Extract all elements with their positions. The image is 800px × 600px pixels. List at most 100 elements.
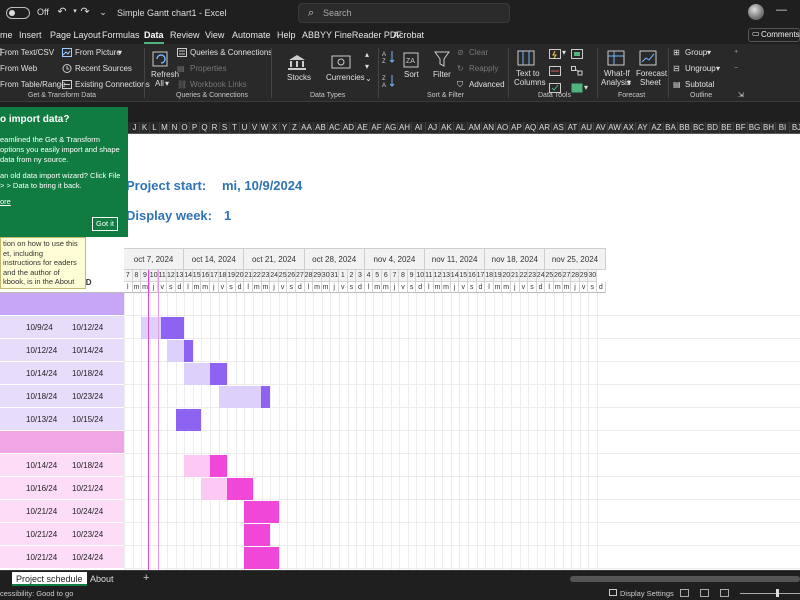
text-to-columns-button[interactable]: Text to [516, 69, 540, 78]
column-header[interactable]: T [230, 122, 240, 133]
task-row[interactable] [0, 454, 124, 476]
column-header[interactable]: AU [580, 122, 594, 133]
avatar[interactable] [748, 4, 764, 20]
column-header[interactable]: BH [762, 122, 776, 133]
task-end-date[interactable]: 10/24/24 [72, 507, 103, 516]
remove-duplicates-icon[interactable] [549, 66, 561, 76]
show-detail-icon[interactable]: ⁺ [734, 48, 738, 57]
forecast-sheet-button[interactable]: Forecast [636, 69, 667, 78]
column-header[interactable]: AS [552, 122, 566, 133]
from-web-button[interactable]: From Web [0, 64, 37, 73]
ungroup-dropdown-icon[interactable]: ▾ [716, 64, 720, 73]
menu-formulas[interactable]: Formulas [102, 30, 140, 40]
from-picture-dropdown-icon[interactable]: ▾ [118, 48, 122, 57]
from-table-range-button[interactable]: From Table/Range [0, 80, 66, 89]
what-if-dropdown-icon[interactable]: ▾ [627, 78, 631, 87]
column-header[interactable]: AD [342, 122, 356, 133]
column-header[interactable]: AJ [426, 122, 440, 133]
workbook-links-button[interactable]: Workbook Links [190, 80, 247, 89]
data-types-more-icon[interactable]: ⌄ [365, 74, 372, 83]
redo-icon[interactable]: ↷ [78, 5, 92, 19]
task-start-date[interactable]: 10/18/24 [26, 392, 57, 401]
task-row[interactable] [0, 408, 124, 430]
autosave-toggle[interactable] [6, 7, 30, 19]
column-header[interactable]: AF [370, 122, 384, 133]
group-dropdown-icon[interactable]: ▾ [707, 48, 711, 57]
menu-acrobat[interactable]: Acrobat [393, 30, 424, 40]
column-header[interactable]: W [260, 122, 270, 133]
task-end-date[interactable]: 10/21/24 [72, 484, 103, 493]
column-header[interactable]: AW [608, 122, 622, 133]
column-header[interactable]: AE [356, 122, 370, 133]
column-header[interactable]: AA [300, 122, 314, 133]
task-end-date[interactable]: 10/12/24 [72, 323, 103, 332]
column-header[interactable]: AZ [650, 122, 664, 133]
minimize-icon[interactable]: — [776, 4, 787, 16]
advanced-button[interactable]: Advanced [469, 80, 505, 89]
task-start-date[interactable]: 10/12/24 [26, 346, 57, 355]
task-start-date[interactable]: 10/16/24 [26, 484, 57, 493]
task-row[interactable] [0, 362, 124, 384]
column-header[interactable]: R [210, 122, 220, 133]
column-header[interactable]: AM [468, 122, 482, 133]
add-sheet-button[interactable]: + [143, 572, 149, 584]
column-header[interactable]: N [170, 122, 180, 133]
menu-help[interactable]: Help [277, 30, 296, 40]
page-layout-view-icon[interactable] [700, 589, 709, 597]
column-header[interactable]: Y [280, 122, 290, 133]
column-header[interactable]: AG [384, 122, 398, 133]
outline-dialog-launcher-icon[interactable]: ⇲ [738, 91, 744, 99]
column-header[interactable]: M [160, 122, 170, 133]
task-start-date[interactable]: 10/21/24 [26, 507, 57, 516]
group-button[interactable]: Group [685, 48, 707, 57]
column-header[interactable]: BD [706, 122, 720, 133]
column-header[interactable]: AH [398, 122, 412, 133]
menu-insert[interactable]: Insert [19, 30, 42, 40]
column-header[interactable]: AX [622, 122, 636, 133]
column-header[interactable]: X [270, 122, 280, 133]
task-row[interactable] [0, 500, 124, 522]
ungroup-button[interactable]: Ungroup [685, 64, 716, 73]
refresh-all-button[interactable]: Refresh [151, 70, 179, 79]
hide-detail-icon[interactable]: ⁻ [734, 64, 738, 73]
column-header[interactable]: BI [776, 122, 790, 133]
task-end-date[interactable]: 10/24/24 [72, 553, 103, 562]
task-start-date[interactable]: 10/21/24 [26, 553, 57, 562]
menu-page-layout[interactable]: Page Layout [50, 30, 101, 40]
from-picture-button[interactable]: From Picture [75, 48, 121, 57]
column-header[interactable]: BB [678, 122, 692, 133]
column-header[interactable]: AB [314, 122, 328, 133]
column-header[interactable]: L [150, 122, 160, 133]
currencies-button[interactable]: Currencies [326, 73, 365, 82]
column-header[interactable]: V [250, 122, 260, 133]
task-start-date[interactable]: 10/9/24 [26, 323, 53, 332]
display-settings-button[interactable]: Display Settings [620, 589, 674, 598]
menu-automate[interactable]: Automate [232, 30, 271, 40]
column-header[interactable]: BE [720, 122, 734, 133]
column-header[interactable]: AK [440, 122, 454, 133]
from-text-csv-button[interactable]: From Text/CSV [0, 48, 54, 57]
reapply-button[interactable]: Reapply [469, 64, 498, 73]
task-start-date[interactable]: 10/13/24 [26, 415, 57, 424]
column-header[interactable]: S [220, 122, 230, 133]
horizontal-scrollbar[interactable] [570, 576, 800, 582]
task-row[interactable] [0, 385, 124, 407]
column-header[interactable]: AI [412, 122, 426, 133]
column-header[interactable]: BG [748, 122, 762, 133]
column-header[interactable]: AP [510, 122, 524, 133]
task-end-date[interactable]: 10/15/24 [72, 415, 103, 424]
page-break-view-icon[interactable] [720, 589, 729, 597]
menu-review[interactable]: Review [170, 30, 200, 40]
task-row[interactable] [0, 523, 124, 545]
normal-view-icon[interactable] [680, 589, 689, 597]
task-end-date[interactable]: 10/14/24 [72, 346, 103, 355]
got-it-button[interactable]: Got it [92, 217, 118, 231]
column-header[interactable]: Z [290, 122, 300, 133]
column-header[interactable]: AV [594, 122, 608, 133]
column-header[interactable]: AR [538, 122, 552, 133]
column-header[interactable]: BA [664, 122, 678, 133]
column-header[interactable]: J [130, 122, 140, 133]
column-header[interactable]: O [180, 122, 190, 133]
existing-connections-button[interactable]: Existing Connections [75, 80, 150, 89]
task-end-date[interactable]: 10/18/24 [72, 369, 103, 378]
